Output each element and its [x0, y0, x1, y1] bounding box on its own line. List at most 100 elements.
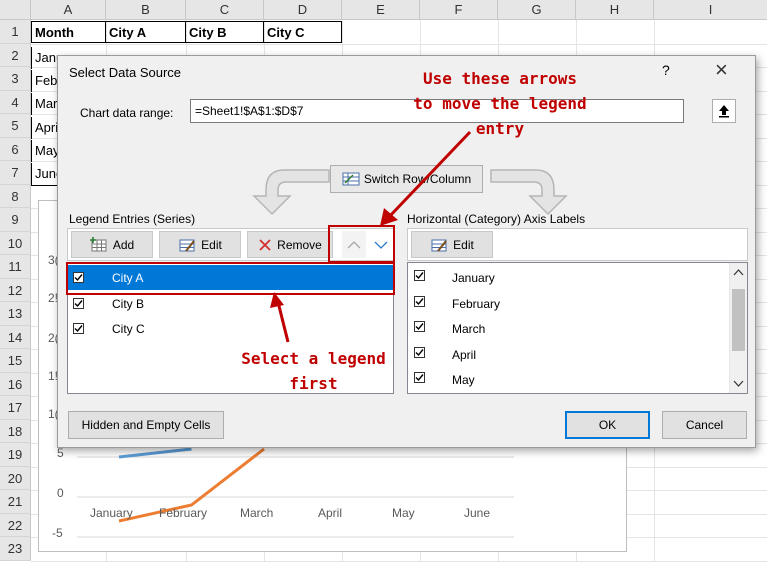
axis-label-checkbox[interactable] [414, 321, 425, 332]
row-header[interactable]: 12 [0, 279, 31, 303]
row-header[interactable]: 5 [0, 114, 31, 138]
column-header-f[interactable]: F [420, 0, 498, 20]
row-header[interactable]: 9 [0, 208, 31, 232]
row-header[interactable]: 16 [0, 373, 31, 397]
select-annotation: Select a legend first [226, 346, 401, 396]
axis-label-row[interactable]: April [408, 343, 728, 367]
series-name: City C [112, 322, 145, 336]
series-row[interactable]: City C [68, 317, 393, 341]
row-header[interactable]: 4 [0, 91, 31, 115]
remove-label: Remove [277, 238, 322, 252]
row-header[interactable]: 3 [0, 67, 31, 91]
row-header[interactable]: 15 [0, 349, 31, 373]
column-header-d[interactable]: D [264, 0, 342, 20]
right-curved-arrow-icon [486, 160, 576, 216]
row-header[interactable]: 22 [0, 514, 31, 538]
axis-label-row[interactable]: May [408, 368, 728, 392]
close-button[interactable]: × [715, 57, 728, 83]
axis-edit-label: Edit [453, 238, 474, 252]
column-header-c[interactable]: C [186, 0, 264, 20]
column-header-h[interactable]: H [576, 0, 654, 20]
x-tick-label: June [464, 506, 490, 520]
edit-table-icon [178, 237, 196, 253]
collapse-arrow-icon [718, 104, 730, 118]
edit-axis-button[interactable]: Edit [411, 231, 493, 258]
edit-table-icon [430, 237, 448, 253]
column-header-e[interactable]: E [342, 0, 420, 20]
scrollbar-thumb[interactable] [732, 289, 745, 351]
row-header[interactable]: 21 [0, 490, 31, 514]
cell-c1[interactable]: City B [186, 21, 264, 43]
axis-toolbar: Edit [407, 228, 748, 261]
series-checkbox[interactable] [73, 298, 84, 309]
x-tick-label: May [392, 506, 415, 520]
axis-label-checkbox[interactable] [414, 372, 425, 383]
help-button[interactable]: ? [662, 62, 670, 78]
scroll-down-icon[interactable] [730, 376, 747, 390]
edit-label: Edit [201, 238, 222, 252]
axis-labels-list: January February March April May [407, 262, 748, 394]
row-header[interactable]: 2 [0, 44, 31, 68]
column-header-g[interactable]: G [498, 0, 576, 20]
annotation-arrow-icon [266, 290, 296, 344]
axis-label-checkbox[interactable] [414, 270, 425, 281]
scroll-up-icon[interactable] [730, 266, 747, 280]
x-tick-label: March [240, 506, 273, 520]
collapse-range-button[interactable] [712, 99, 736, 123]
row-header[interactable]: 10 [0, 232, 31, 256]
axis-label-text: February [452, 297, 500, 311]
cell-b1[interactable]: City A [106, 21, 186, 43]
ok-button[interactable]: OK [565, 411, 650, 439]
series-name: City B [112, 297, 144, 311]
legend-entries-label: Legend Entries (Series) [69, 212, 195, 226]
row-header[interactable]: 13 [0, 302, 31, 326]
column-header-a[interactable]: A [31, 0, 106, 20]
axis-list-scrollbar[interactable] [729, 263, 747, 393]
remove-x-icon [258, 238, 272, 252]
series-line-city-a[interactable] [119, 449, 192, 457]
row-header[interactable]: 18 [0, 420, 31, 444]
annotation-arrow-icon [370, 130, 480, 230]
cell-a3[interactable]: Feb [31, 70, 57, 92]
cell-a1[interactable]: Month [31, 21, 106, 43]
cell-d1[interactable]: City C [264, 21, 342, 43]
switch-grid-icon [342, 171, 360, 187]
axis-label-row[interactable]: March [408, 317, 728, 341]
row-header[interactable]: 17 [0, 396, 31, 420]
axis-label-row[interactable]: January [408, 266, 728, 290]
column-header-b[interactable]: B [106, 0, 186, 20]
axis-label-text: May [452, 373, 475, 387]
series-checkbox[interactable] [73, 323, 84, 334]
hidden-empty-cells-button[interactable]: Hidden and Empty Cells [68, 411, 224, 439]
row-header[interactable]: 19 [0, 443, 31, 467]
axis-label-checkbox[interactable] [414, 296, 425, 307]
row-header[interactable]: 8 [0, 185, 31, 209]
selected-series-highlight [66, 262, 395, 295]
dialog-title: Select Data Source [69, 65, 181, 80]
arrow-buttons-highlight [328, 225, 395, 263]
axis-label-checkbox[interactable] [414, 347, 425, 358]
column-header-i[interactable]: I [654, 0, 767, 20]
row-header[interactable]: 23 [0, 537, 31, 561]
row-header[interactable]: 7 [0, 161, 31, 185]
x-tick-label: January [90, 506, 133, 520]
row-header[interactable]: 20 [0, 467, 31, 491]
series-row[interactable]: City B [68, 292, 393, 316]
axis-label-text: March [452, 322, 485, 336]
cell-a7[interactable]: June [31, 163, 57, 186]
row-header[interactable]: 6 [0, 138, 31, 162]
edit-series-button[interactable]: Edit [159, 231, 241, 258]
cell-a4[interactable]: Mar [31, 93, 57, 115]
row-header[interactable]: 1 [0, 20, 31, 44]
row-header[interactable]: 11 [0, 255, 31, 279]
cell-a5[interactable]: Apri [31, 117, 57, 139]
axis-label-row[interactable]: February [408, 292, 728, 316]
add-series-button[interactable]: Add [71, 231, 153, 258]
remove-series-button[interactable]: Remove [247, 231, 333, 258]
row-header[interactable]: 14 [0, 326, 31, 350]
select-all-corner[interactable] [0, 0, 31, 20]
cell-a6[interactable]: May [31, 140, 57, 162]
cancel-button[interactable]: Cancel [662, 411, 747, 439]
cell-a2[interactable]: Janu [31, 47, 57, 69]
x-tick-label: April [318, 506, 342, 520]
